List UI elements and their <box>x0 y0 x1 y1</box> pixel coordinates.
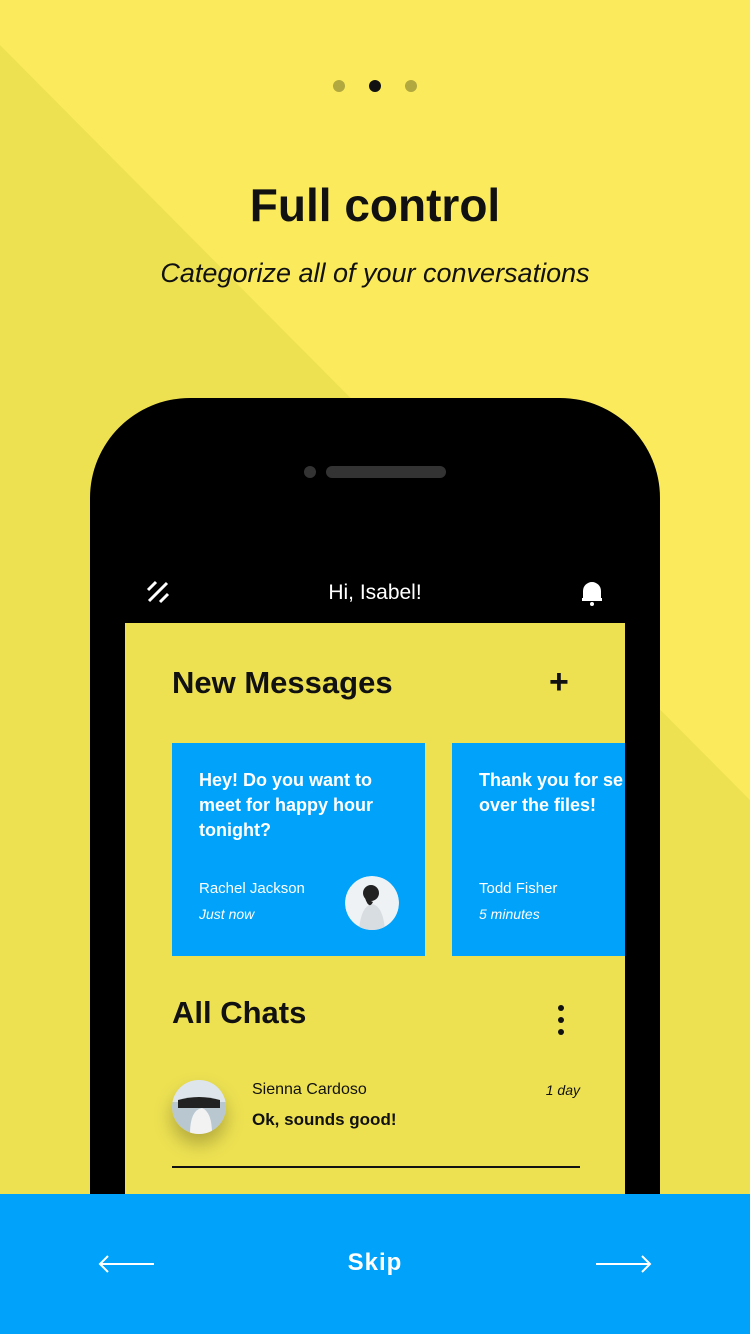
header-greeting: Hi, Isabel! <box>328 581 422 604</box>
arrow-right-icon[interactable] <box>594 1254 652 1274</box>
chat-divider <box>172 1166 580 1168</box>
message-card[interactable]: Hey! Do you want to meet for happy hour … <box>172 743 425 956</box>
page-indicator <box>0 80 750 92</box>
avatar[interactable] <box>345 876 399 930</box>
onboarding-subtitle: Categorize all of your conversations <box>160 258 590 288</box>
plus-icon[interactable]: + <box>549 665 569 699</box>
kebab-menu-icon[interactable] <box>557 1005 565 1035</box>
all-chats-title: All Chats <box>172 995 307 1030</box>
card-sender-name: Rachel Jackson <box>199 880 305 897</box>
new-messages-title: New Messages <box>172 665 393 700</box>
avatar <box>172 1080 226 1134</box>
chat-last-message: Ok, sounds good! <box>252 1110 397 1129</box>
phone-camera <box>304 466 316 478</box>
bottom-nav-bar: Skip <box>0 1194 750 1334</box>
page-dot-2-active[interactable] <box>369 80 381 92</box>
page-dot-1[interactable] <box>333 80 345 92</box>
card-timestamp: Just now <box>199 906 255 922</box>
card-message: Thank you for se over the files! <box>479 770 624 815</box>
onboarding-title: Full control <box>249 179 501 231</box>
page-dot-3[interactable] <box>405 80 417 92</box>
message-card[interactable]: Thank you for se over the files! Todd Fi… <box>452 743 625 956</box>
card-sender-name: Todd Fisher <box>479 880 558 897</box>
card-timestamp: 5 minutes <box>479 906 540 922</box>
phone-mockup: Hi, Isabel! New Messages + Hey! Do you w… <box>90 398 660 1323</box>
bell-icon[interactable] <box>580 579 604 607</box>
card-message: Hey! Do you want to meet for happy hour … <box>199 770 374 840</box>
chat-contact-name: Sienna Cardoso <box>252 1081 367 1098</box>
phone-speaker <box>326 466 446 478</box>
chat-timestamp: 1 day <box>545 1082 580 1098</box>
